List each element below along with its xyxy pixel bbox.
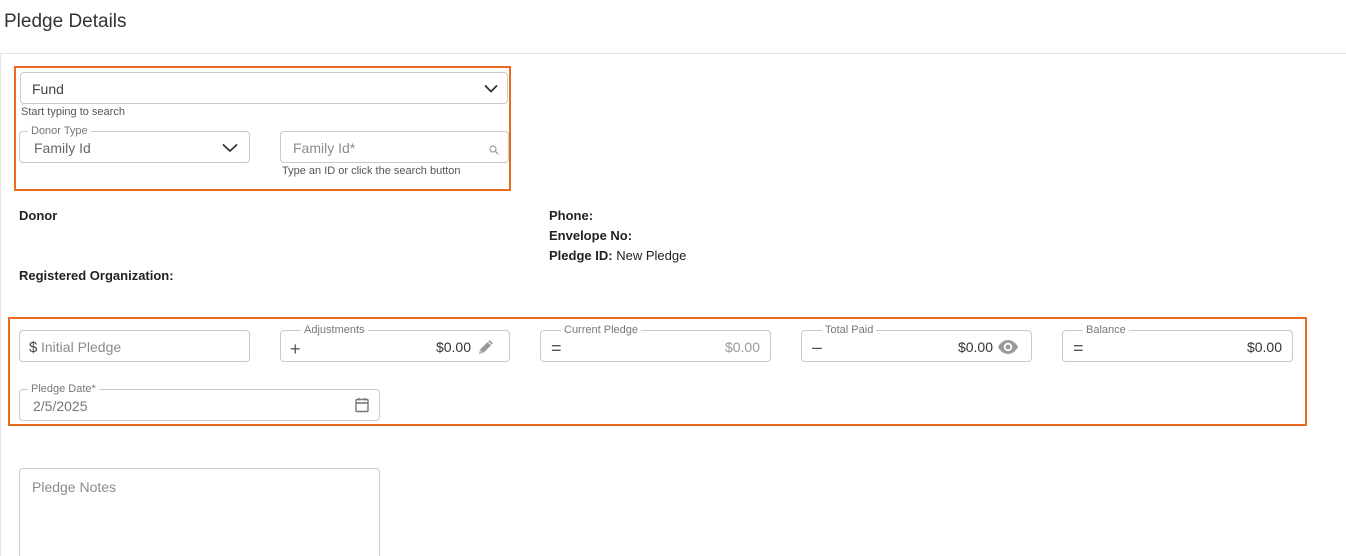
chevron-down-icon [484,85,498,93]
fund-select[interactable]: Fund [20,72,508,104]
left-divider [0,54,3,556]
family-id-input[interactable]: Family Id* [280,131,509,163]
donor-type-select[interactable]: Donor Type Family Id [19,125,250,163]
donor-type-value: Family Id [34,140,91,156]
pledge-date-value: 2/5/2025 [33,398,88,414]
equals-symbol: = [1073,338,1084,358]
total-paid-field: Total Paid – $0.00 [801,324,1032,362]
pledge-notes-placeholder: Pledge Notes [32,479,117,495]
donor-type-legend: Donor Type [28,125,91,138]
family-id-placeholder: Family Id* [293,140,356,156]
pencil-icon[interactable] [476,337,496,357]
pledge-notes-textarea[interactable]: Pledge Notes [19,468,380,556]
pledge-id-row: Pledge ID: New Pledge [549,248,686,263]
donor-label: Donor [19,208,58,223]
phone-label: Phone: [549,208,594,223]
chevron-down-icon [222,144,238,152]
page-title: Pledge Details [4,11,127,32]
adjustments-field: Adjustments + $0.00 [280,324,510,362]
eye-icon[interactable] [997,339,1019,355]
balance-value: $0.00 [1246,339,1282,355]
balance-legend: Balance [1083,324,1129,337]
pledge-date-legend: Pledge Date* [28,383,99,396]
search-icon[interactable] [489,145,499,155]
fund-helper-text: Start typing to search [21,106,125,118]
dollar-prefix: $ [29,339,38,356]
pledge-date-input[interactable]: Pledge Date* 2/5/2025 [19,383,380,421]
registered-organization-label: Registered Organization: [19,268,174,283]
family-id-helper-text: Type an ID or click the search button [282,165,461,177]
pledge-id-label: Pledge ID: [549,248,613,263]
page-header: Pledge Details [0,0,1346,54]
calendar-icon[interactable] [355,397,369,413]
total-paid-value: $0.00 [957,339,993,355]
balance-field: Balance = $0.00 [1062,324,1293,362]
plus-symbol: + [290,339,301,359]
minus-symbol: – [812,337,823,357]
adjustments-value: $0.00 [435,339,471,355]
current-pledge-value: $0.00 [724,339,760,355]
current-pledge-legend: Current Pledge [561,324,641,337]
total-paid-legend: Total Paid [822,324,877,337]
initial-pledge-placeholder: Initial Pledge [41,339,122,355]
current-pledge-field: Current Pledge = $0.00 [540,324,771,362]
initial-pledge-input[interactable]: $ Initial Pledge [19,330,250,362]
pledge-id-value: New Pledge [616,248,687,263]
envelope-no-label: Envelope No: [549,228,633,243]
equals-symbol: = [551,338,562,358]
adjustments-legend: Adjustments [301,324,368,337]
fund-select-value: Fund [32,81,64,97]
